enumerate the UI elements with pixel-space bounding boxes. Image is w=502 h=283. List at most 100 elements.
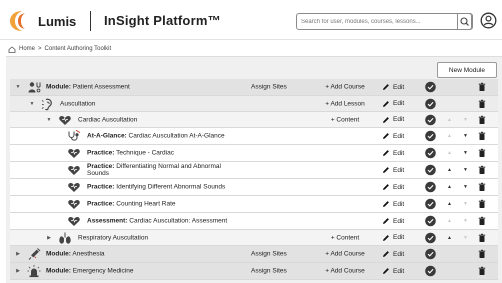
add-child-button[interactable]: + Content xyxy=(310,116,380,123)
lesson-row[interactable]: ▼ Cardiac Auscultation + Content Edit ▲ ▼ xyxy=(10,112,498,128)
edit-button[interactable]: Edit xyxy=(382,100,404,108)
heart-icon xyxy=(68,183,80,192)
module-row[interactable]: ▼ Module: Patient Assessment Assign Sites +… xyxy=(10,79,498,96)
pencil-icon xyxy=(383,167,389,173)
delete-trash-icon[interactable] xyxy=(478,115,486,124)
expand-caret-icon[interactable]: ▶ xyxy=(45,235,53,241)
edit-button[interactable]: Edit xyxy=(382,200,404,208)
delete-trash-icon[interactable] xyxy=(478,199,486,209)
search-input[interactable] xyxy=(301,16,451,28)
delete-trash-icon[interactable] xyxy=(478,82,486,92)
module-row[interactable]: ▶ Module: Anesthesia Assign Sites + Add Cou… xyxy=(10,246,498,263)
assign-sites-link[interactable]: Assign Sites xyxy=(251,84,287,91)
row-title-prefix: Module: xyxy=(46,83,71,91)
add-child-button[interactable]: + Add Course xyxy=(310,84,380,91)
published-check-icon[interactable] xyxy=(425,248,436,260)
content-row[interactable]: Practice: Differentiating Normal and Abn… xyxy=(10,162,498,179)
course-row[interactable]: ▼ Auscultation + Add Lesson Edit xyxy=(10,96,498,112)
published-check-icon[interactable] xyxy=(425,198,436,210)
published-check-icon[interactable] xyxy=(425,114,436,125)
lumis-logo-icon xyxy=(10,11,25,31)
published-check-icon[interactable] xyxy=(425,164,436,176)
content-row[interactable]: At-A-Glance: Cardiac Auscultation At-A-G… xyxy=(10,128,498,145)
delete-trash-icon[interactable] xyxy=(478,99,486,108)
lesson-row[interactable]: ▶ Respiratory Auscultation + Content Edit ▲ ▼ xyxy=(10,230,498,246)
published-check-icon[interactable] xyxy=(425,265,436,277)
assign-sites-link[interactable]: Assign Sites xyxy=(251,251,287,258)
move-down-icon[interactable]: ▼ xyxy=(463,235,468,241)
edit-button[interactable]: Edit xyxy=(382,183,404,191)
move-down-icon[interactable]: ▼ xyxy=(463,184,468,190)
edit-button[interactable]: Edit xyxy=(382,250,404,258)
published-check-icon[interactable] xyxy=(425,215,436,227)
edit-button[interactable]: Edit xyxy=(382,149,404,157)
edit-button[interactable]: Edit xyxy=(382,267,404,275)
edit-button[interactable]: Edit xyxy=(382,132,404,140)
expand-caret-icon[interactable]: ▶ xyxy=(14,251,22,257)
delete-trash-icon[interactable] xyxy=(478,131,486,141)
collapse-caret-icon[interactable]: ▼ xyxy=(28,101,36,107)
move-down-icon[interactable]: ▼ xyxy=(463,133,468,139)
move-up-icon[interactable]: ▲ xyxy=(447,218,452,224)
move-up-icon[interactable]: ▲ xyxy=(447,117,452,123)
edit-button[interactable]: Edit xyxy=(382,116,404,124)
edit-button[interactable]: Edit xyxy=(382,217,404,225)
add-child-button[interactable]: + Content xyxy=(310,234,380,241)
move-down-icon[interactable]: ▼ xyxy=(463,150,468,156)
brand-name[interactable]: Lumis xyxy=(38,14,76,29)
published-check-icon[interactable] xyxy=(425,81,436,93)
pencil-icon xyxy=(383,234,389,241)
new-module-button[interactable]: New Module xyxy=(437,62,497,78)
move-up-icon[interactable]: ▲ xyxy=(447,235,452,241)
breadcrumb-home-link[interactable]: Home xyxy=(19,46,35,52)
module-row[interactable]: ▶ Module: Emergency Medicine Assign Sites +… xyxy=(10,263,498,280)
content-row[interactable]: Practice: Technique - Cardiac Edit ▲ ▼ xyxy=(10,145,498,162)
edit-button[interactable]: Edit xyxy=(382,234,404,242)
collapse-caret-icon[interactable]: ▼ xyxy=(14,84,22,90)
content-row[interactable]: Practice: Counting Heart Rate Edit ▲ ▼ xyxy=(10,196,498,213)
add-child-button[interactable]: + Add Course xyxy=(310,268,380,275)
breadcrumb-current: Content Authoring Toolkit xyxy=(44,46,112,52)
row-title: Module: Anesthesia xyxy=(46,251,196,258)
pencil-icon xyxy=(383,251,389,257)
move-down-icon[interactable]: ▼ xyxy=(463,117,468,123)
published-check-icon[interactable] xyxy=(425,130,436,142)
content-row[interactable]: Practice: Identifying Different Abnormal… xyxy=(10,179,498,196)
published-check-icon[interactable] xyxy=(425,98,436,109)
delete-trash-icon[interactable] xyxy=(478,165,486,175)
published-check-icon[interactable] xyxy=(425,232,436,243)
edit-button[interactable]: Edit xyxy=(382,166,404,174)
delete-trash-icon[interactable] xyxy=(478,233,486,242)
edit-label: Edit xyxy=(393,183,405,191)
move-up-icon[interactable]: ▲ xyxy=(447,167,452,173)
move-down-icon[interactable]: ▼ xyxy=(463,218,468,224)
content-row[interactable]: Assessment: Cardiac Auscultation: Assess… xyxy=(10,213,498,230)
delete-trash-icon[interactable] xyxy=(478,216,486,226)
move-up-icon[interactable]: ▲ xyxy=(447,150,452,156)
assign-sites-link[interactable]: Assign Sites xyxy=(251,268,287,275)
published-check-icon[interactable] xyxy=(425,147,436,159)
edit-button[interactable]: Edit xyxy=(382,83,404,91)
add-child-button[interactable]: + Add Lesson xyxy=(310,100,380,107)
move-up-icon[interactable]: ▲ xyxy=(447,201,452,207)
pencil-icon xyxy=(383,184,389,190)
move-up-icon[interactable]: ▲ xyxy=(447,133,452,139)
expand-caret-icon[interactable]: ▶ xyxy=(14,268,22,274)
published-check-icon[interactable] xyxy=(425,181,436,193)
home-icon[interactable] xyxy=(8,45,16,53)
move-down-icon[interactable]: ▼ xyxy=(463,167,468,173)
add-child-button[interactable]: + Add Course xyxy=(310,251,380,258)
delete-trash-icon[interactable] xyxy=(478,249,486,259)
move-up-icon[interactable]: ▲ xyxy=(447,184,452,190)
delete-trash-icon[interactable] xyxy=(478,182,486,192)
delete-trash-icon[interactable] xyxy=(478,266,486,276)
collapse-caret-icon[interactable]: ▼ xyxy=(45,117,53,123)
move-down-icon[interactable]: ▼ xyxy=(463,201,468,207)
row-title: Practice: Technique - Cardiac xyxy=(87,150,237,157)
search-icon xyxy=(460,17,469,26)
user-account-icon[interactable] xyxy=(480,12,497,29)
search-button[interactable] xyxy=(457,13,472,30)
pencil-icon xyxy=(383,116,389,123)
pencil-icon xyxy=(383,268,389,274)
delete-trash-icon[interactable] xyxy=(478,148,486,158)
